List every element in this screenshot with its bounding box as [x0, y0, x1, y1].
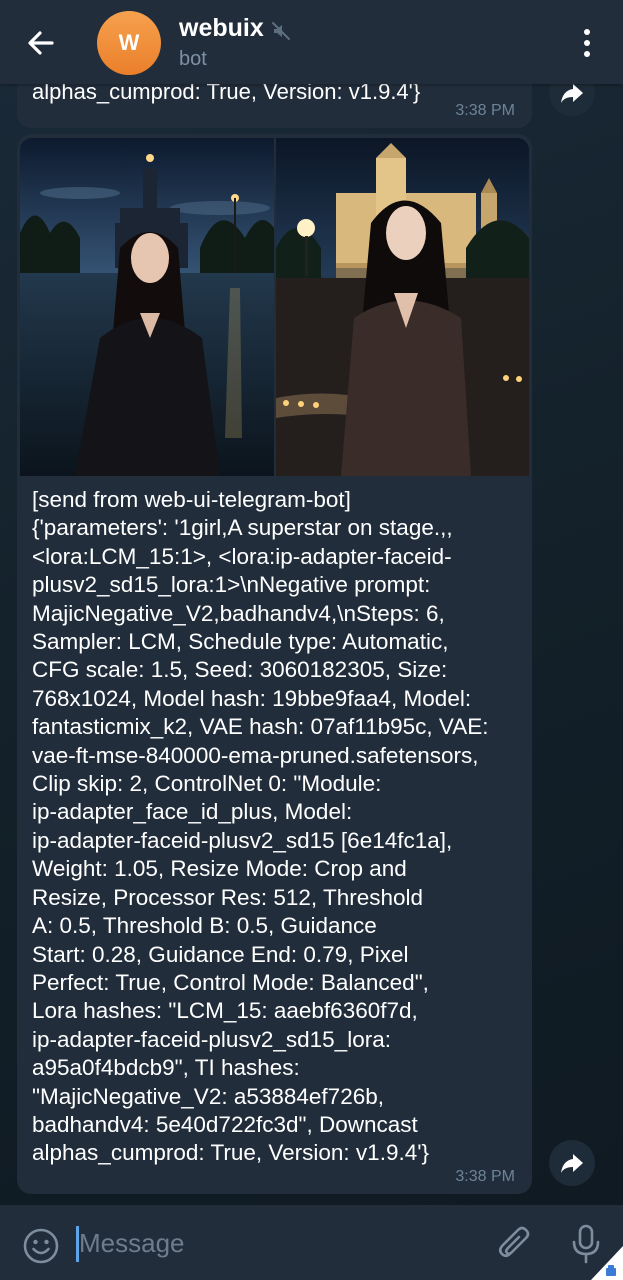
muted-speaker-icon [271, 21, 291, 41]
emoji-button[interactable] [22, 1227, 60, 1265]
generated-image[interactable] [276, 138, 529, 476]
generated-image[interactable] [20, 138, 274, 476]
chat-subtitle: bot [179, 48, 207, 70]
more-menu-button[interactable] [572, 26, 602, 60]
forward-arrow-icon [561, 1154, 583, 1173]
message-input[interactable] [79, 1220, 479, 1266]
more-vertical-icon [584, 29, 590, 57]
chat-header: W webuix bot [0, 0, 623, 84]
message-time: 3:38 PM [455, 102, 515, 119]
corner-badge-icon [591, 1246, 623, 1280]
forward-button[interactable] [549, 1140, 595, 1186]
attach-button[interactable] [496, 1224, 534, 1264]
arrow-left-icon [28, 31, 54, 55]
back-button[interactable] [22, 24, 60, 62]
message-text: [send from web-ui-telegram-bot] {'parame… [32, 487, 489, 1166]
emoji-smile-icon [23, 1228, 59, 1264]
message-bubble[interactable]: [send from web-ui-telegram-bot] {'parame… [17, 134, 532, 1194]
paperclip-icon [498, 1226, 530, 1258]
avatar-letter: W [118, 30, 140, 55]
message-time: 3:38 PM [455, 1168, 515, 1185]
chat-title[interactable]: webuix [179, 14, 264, 43]
avatar[interactable]: W [97, 11, 161, 75]
